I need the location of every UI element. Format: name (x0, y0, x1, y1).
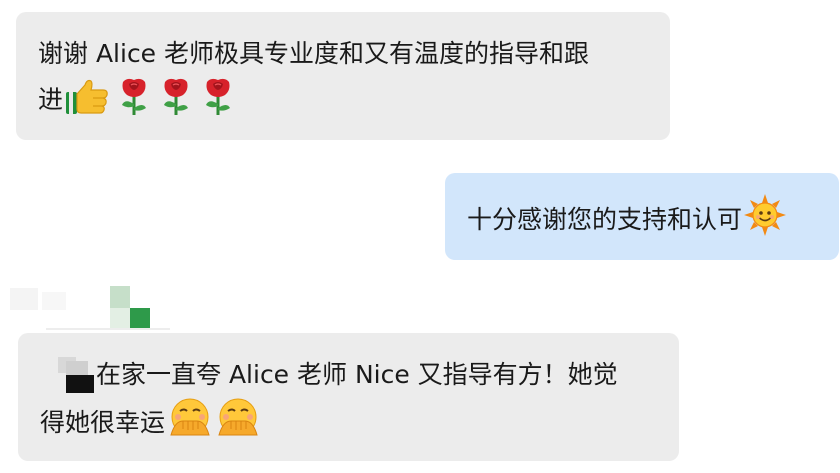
message-line-with-redaction: 在家一直夸 Alice 老师 Nice 又指导有方！她觉 (40, 353, 669, 397)
redacted-sender-name (10, 286, 170, 332)
rose-icon (117, 76, 151, 116)
message-line-with-emojis: 得她很幸运 (40, 397, 669, 445)
message-bubble-incoming[interactable]: 在家一直夸 Alice 老师 Nice 又指导有方！她觉 得她很幸运 (18, 333, 679, 461)
message-text: 进 (38, 85, 64, 114)
message-bubble-outgoing[interactable]: 十分感谢您的支持和认可 (445, 173, 839, 260)
sun-with-face-icon (744, 194, 787, 236)
message-line: 谢谢 Alice 老师极具专业度和又有温度的指导和跟 (38, 39, 590, 68)
message-bubble-incoming[interactable]: 谢谢 Alice 老师极具专业度和又有温度的指导和跟 进 (16, 12, 670, 140)
face-with-hand-over-mouth-icon (167, 397, 213, 439)
chat-view: 谢谢 Alice 老师极具专业度和又有温度的指导和跟 进 十分感谢您的支持和认可… (0, 0, 840, 473)
message-text: 在家一直夸 Alice 老师 Nice 又指导有方！她觉 (96, 360, 618, 389)
message-line-with-emojis: 进 (38, 76, 656, 122)
face-with-hand-over-mouth-icon (215, 397, 261, 439)
rose-icon (159, 76, 193, 116)
message-text: 十分感谢您的支持和认可 (467, 205, 743, 234)
message-line-with-emojis: 十分感谢您的支持和认可 (467, 194, 839, 242)
thumbs-up-icon (65, 78, 109, 116)
rose-icon (201, 76, 235, 116)
message-text: 得她很幸运 (40, 408, 166, 437)
redacted-name-block (40, 357, 96, 393)
